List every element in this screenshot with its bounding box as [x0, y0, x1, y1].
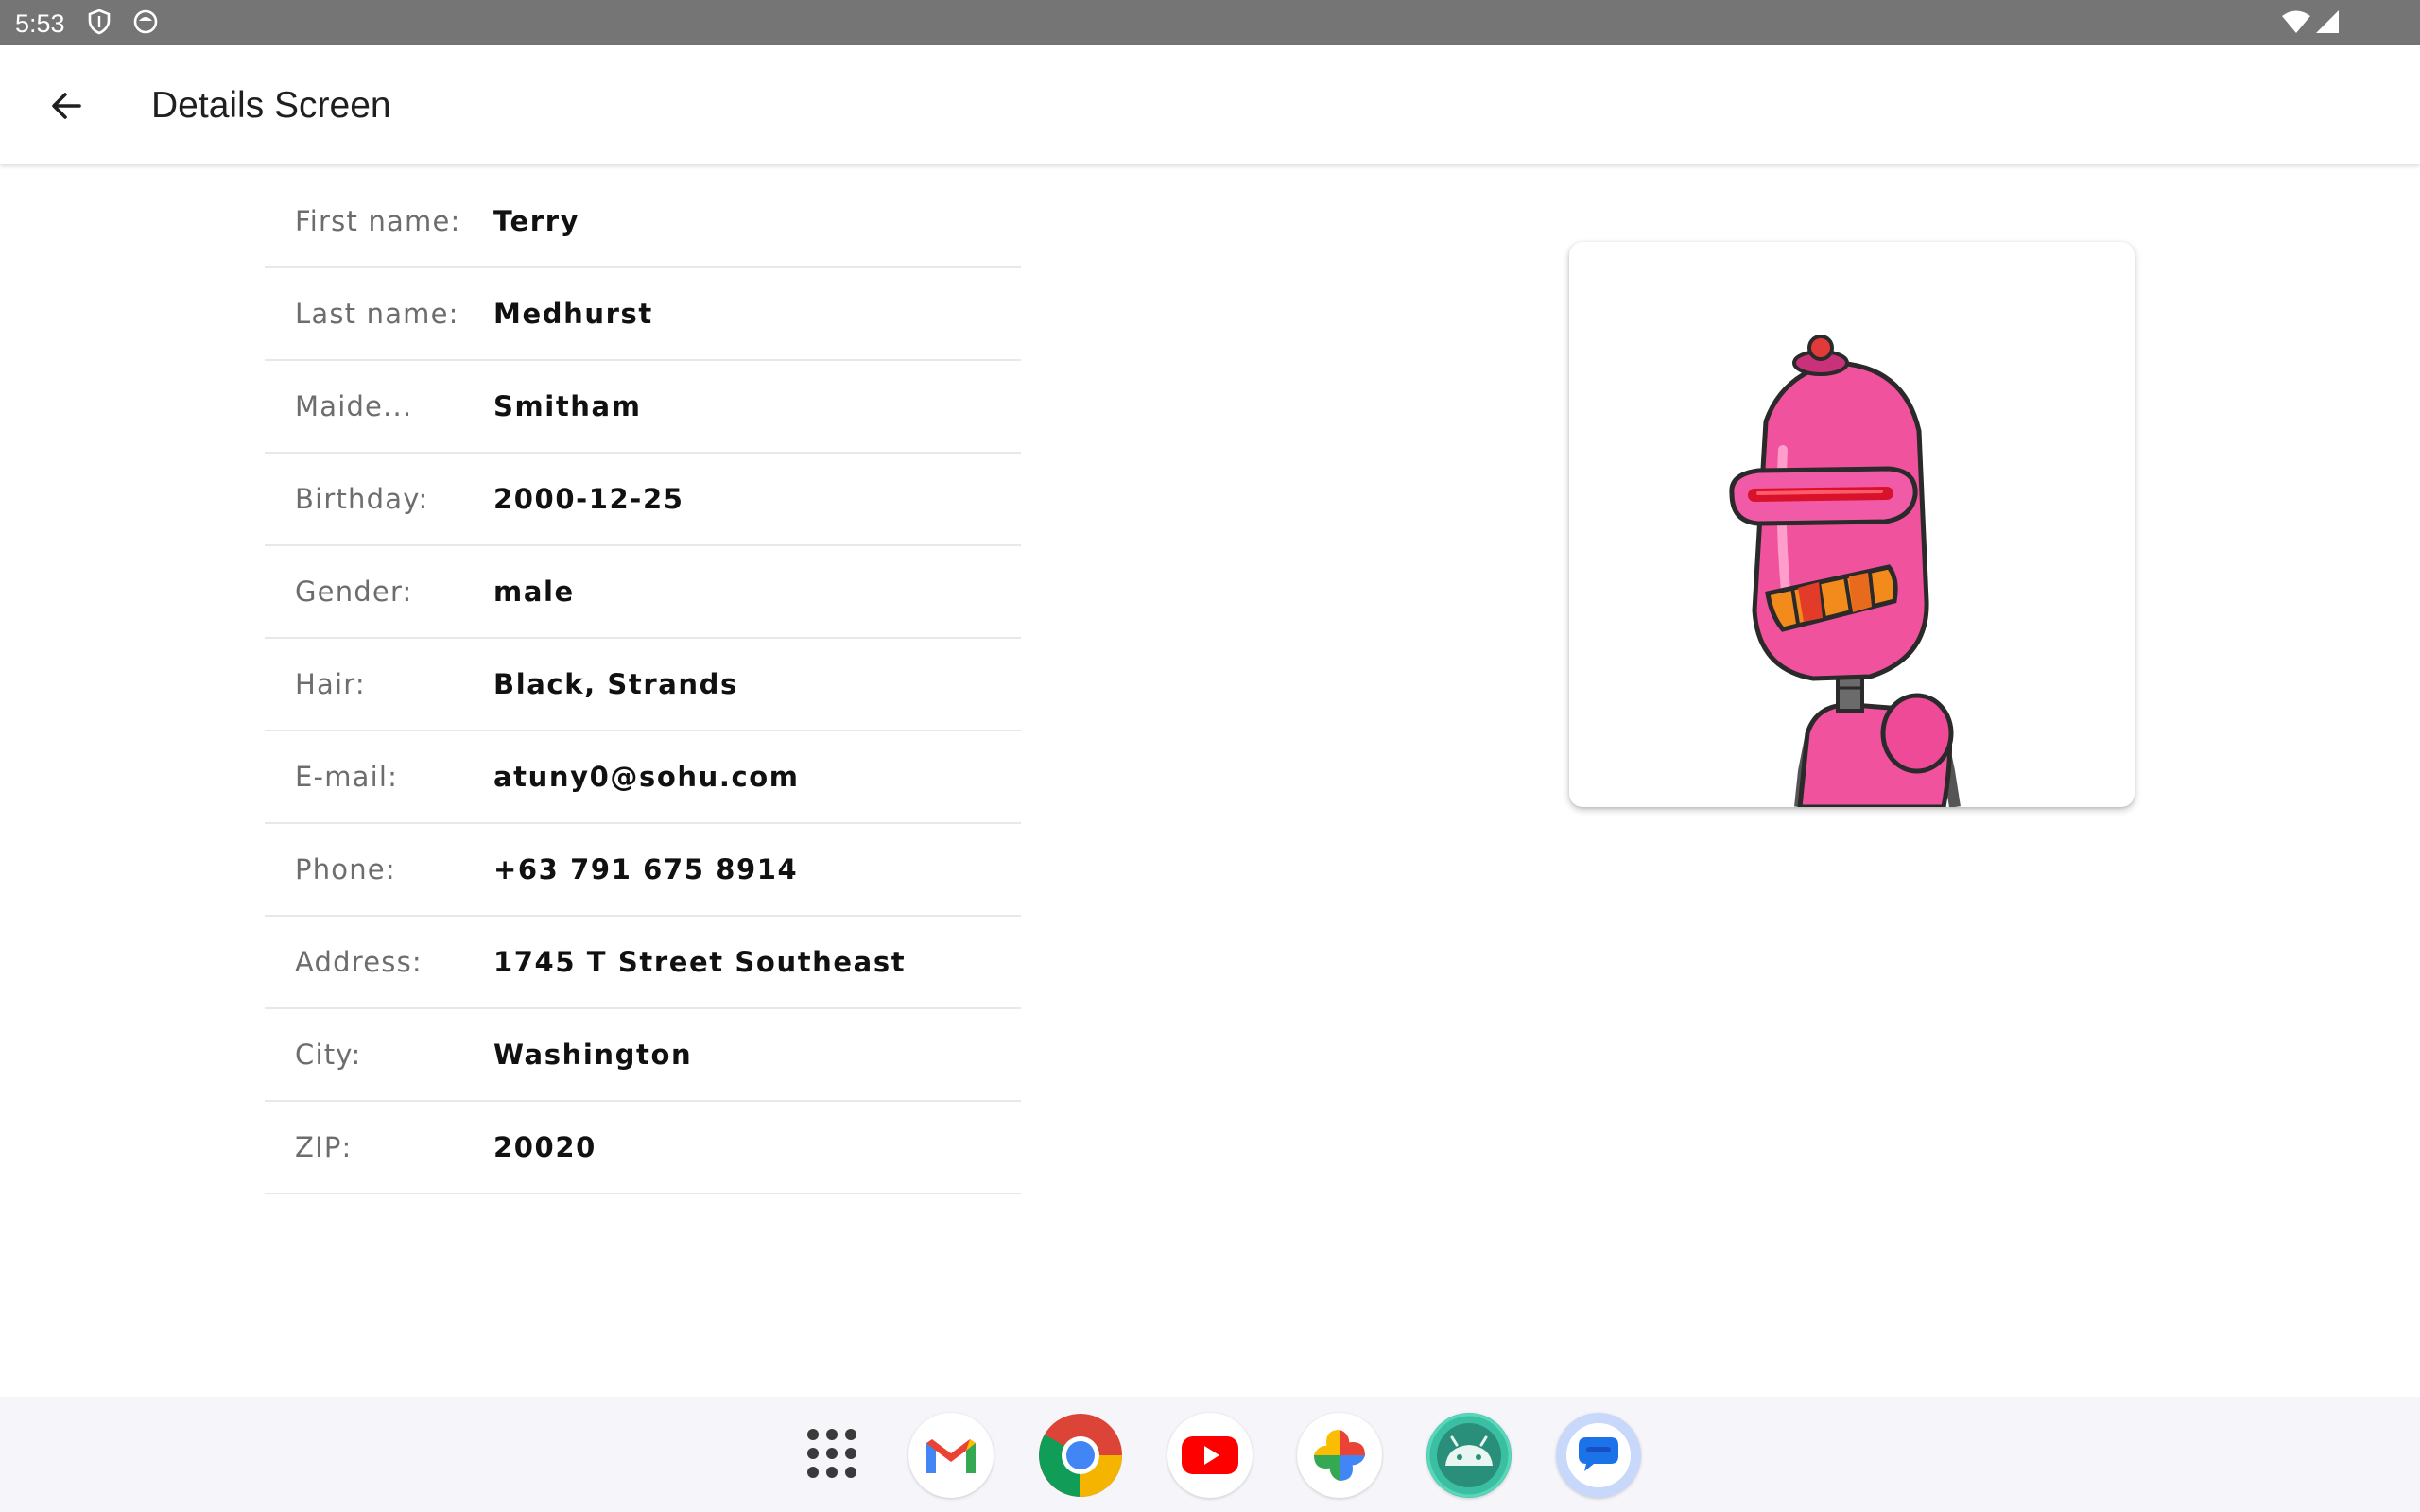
- sync-icon: [133, 9, 158, 34]
- cellular-signal-icon: [2316, 10, 2339, 33]
- first-name-label: First name:: [295, 205, 461, 237]
- avatar-card: [1569, 242, 2135, 807]
- details-list: First name: Terry Last name: Medhurst Ma…: [265, 176, 1021, 1194]
- shield-icon: [88, 9, 111, 35]
- detail-row-gender: Gender: male: [265, 546, 1021, 639]
- robot-avatar-icon: [1729, 335, 1961, 807]
- email-label: E-mail:: [295, 761, 399, 793]
- city-value: Washington: [493, 1039, 693, 1071]
- detail-row-email: E-mail: atuny0@sohu.com: [265, 731, 1021, 824]
- photos-app[interactable]: [1297, 1413, 1382, 1498]
- phone-label: Phone:: [295, 853, 396, 885]
- youtube-app[interactable]: [1167, 1413, 1253, 1498]
- hair-label: Hair:: [295, 668, 366, 700]
- phone-value: +63 791 675 8914: [493, 853, 799, 885]
- youtube-icon: [1182, 1436, 1238, 1474]
- status-bar: 5:53: [0, 0, 2420, 45]
- detail-row-city: City: Washington: [265, 1009, 1021, 1102]
- back-button[interactable]: [36, 76, 96, 136]
- messages-app[interactable]: [1556, 1413, 1641, 1498]
- messages-icon: [1558, 1415, 1639, 1496]
- chrome-icon: [1039, 1414, 1122, 1497]
- birthday-label: Birthday:: [295, 483, 429, 515]
- gmail-app[interactable]: [908, 1413, 994, 1498]
- chrome-app[interactable]: [1038, 1413, 1123, 1498]
- detail-row-birthday: Birthday: 2000-12-25: [265, 454, 1021, 546]
- detail-row-address: Address: 1745 T Street Southeast: [265, 917, 1021, 1009]
- address-value: 1745 T Street Southeast: [493, 946, 907, 978]
- dock: [0, 1397, 2420, 1512]
- detail-row-hair: Hair: Black, Strands: [265, 639, 1021, 731]
- gender-value: male: [493, 576, 575, 608]
- hair-value: Black, Strands: [493, 668, 738, 700]
- birthday-value: 2000-12-25: [493, 483, 684, 515]
- gmail-icon: [926, 1439, 976, 1473]
- app-bar: Details Screen: [0, 45, 2420, 164]
- detail-row-first-name: First name: Terry: [265, 176, 1021, 268]
- zip-label: ZIP:: [295, 1131, 353, 1163]
- photos-icon: [1314, 1430, 1365, 1481]
- android-studio-icon: [1426, 1413, 1512, 1498]
- city-label: City:: [295, 1039, 362, 1071]
- zip-value: 20020: [493, 1131, 596, 1163]
- detail-row-last-name: Last name: Medhurst: [265, 268, 1021, 361]
- last-name-label: Last name:: [295, 298, 459, 330]
- first-name-value: Terry: [493, 205, 580, 237]
- status-time: 5:53: [15, 9, 65, 38]
- address-label: Address:: [295, 946, 423, 978]
- maiden-name-value: Smitham: [493, 390, 642, 422]
- page-title: Details Screen: [151, 85, 391, 126]
- detail-row-maiden-name: Maide... Smitham: [265, 361, 1021, 454]
- android-studio-app[interactable]: [1426, 1413, 1512, 1498]
- email-value: atuny0@sohu.com: [493, 761, 800, 793]
- maiden-name-label: Maide...: [295, 390, 413, 422]
- detail-row-zip: ZIP: 20020: [265, 1102, 1021, 1194]
- gender-label: Gender:: [295, 576, 413, 608]
- arrow-back-icon: [52, 93, 81, 119]
- detail-row-phone: Phone: +63 791 675 8914: [265, 824, 1021, 917]
- last-name-value: Medhurst: [493, 298, 653, 330]
- wifi-icon: [2282, 10, 2310, 33]
- all-apps-icon[interactable]: [805, 1427, 858, 1480]
